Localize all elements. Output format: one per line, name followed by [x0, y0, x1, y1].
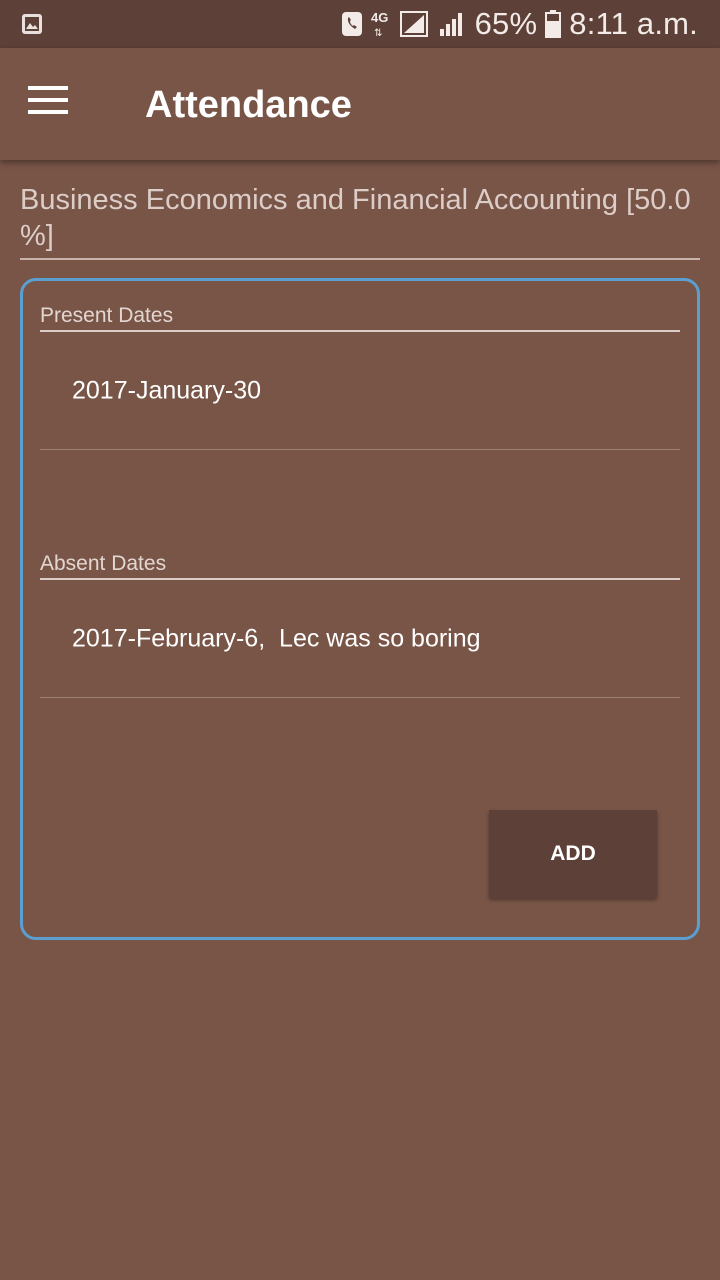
signal-icon [439, 11, 467, 37]
clock: 8:11 a.m. [569, 6, 698, 41]
network-type-label: 4G [371, 10, 388, 25]
absent-dates-label: Absent Dates [40, 550, 680, 580]
image-notification-icon [20, 12, 44, 36]
present-date-item[interactable]: 2017-January-30 [40, 332, 680, 450]
absent-date-text: 2017-February-6, Lec was so boring [72, 624, 481, 652]
hamburger-menu-icon[interactable] [22, 80, 74, 124]
battery-percentage: 65% [474, 6, 538, 41]
absent-date-item[interactable]: 2017-February-6, Lec was so boring [40, 580, 680, 698]
present-date-text: 2017-January-30 [72, 376, 262, 404]
status-bar: 4G ⇅ 65% 8:11 a.m. [0, 0, 720, 48]
subject-title: Business Economics and Financial Account… [20, 182, 700, 260]
svg-text:⇅: ⇅ [374, 28, 382, 39]
present-dates-label: Present Dates [40, 302, 680, 332]
phone-icon [341, 11, 363, 37]
page-title: Attendance [145, 84, 352, 126]
add-button[interactable]: ADD [489, 810, 657, 898]
signal-4g-icon: 4G ⇅ [371, 9, 431, 39]
attendance-card: Present Dates 2017-January-30 Absent Dat… [20, 278, 700, 940]
app-bar: Attendance [0, 48, 720, 160]
battery-icon [545, 10, 562, 38]
